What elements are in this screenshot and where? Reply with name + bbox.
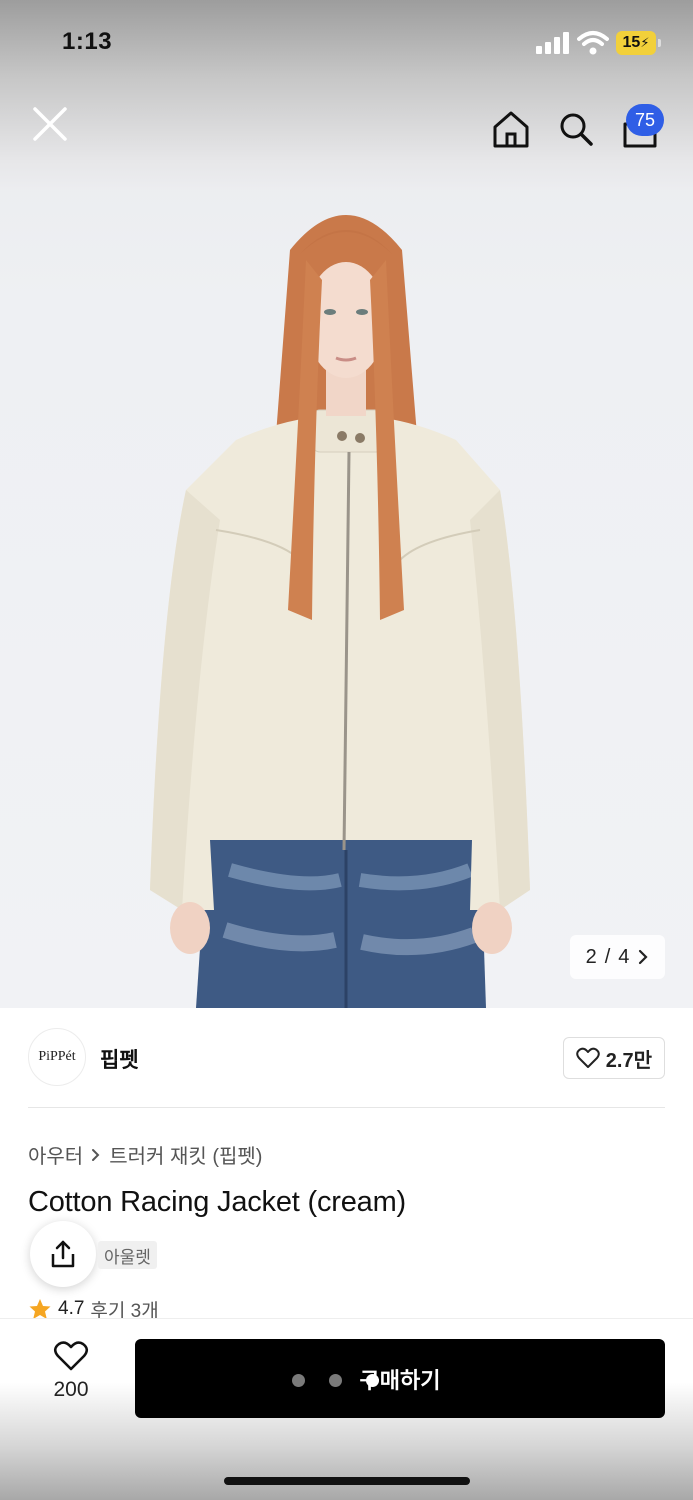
cellular-signal-icon	[536, 32, 570, 54]
buy-button[interactable]: 구매하기	[135, 1339, 665, 1418]
product-image-carousel[interactable]: 1:13 15 ⚡ 75 2 / 4	[0, 0, 693, 1008]
wifi-icon	[577, 31, 609, 55]
loading-dot	[292, 1374, 305, 1387]
gallery-separator: /	[604, 945, 611, 968]
wishlist-button[interactable]: 200	[38, 1340, 104, 1410]
breadcrumb-category[interactable]: 아우터	[28, 1140, 83, 1169]
home-icon	[493, 111, 529, 148]
brand-like-button[interactable]: 2.7만	[562, 1037, 665, 1079]
gallery-page-indicator[interactable]: 2 / 4	[570, 935, 665, 979]
share-button[interactable]	[30, 1221, 96, 1287]
home-button[interactable]	[488, 106, 534, 152]
home-indicator[interactable]	[224, 1477, 470, 1485]
divider	[28, 1107, 665, 1108]
gallery-total: 4	[618, 945, 630, 968]
brand-like-count: 2.7만	[605, 1049, 652, 1072]
rating-value: 4.7	[58, 1298, 85, 1319]
battery-level: 15	[622, 34, 641, 51]
heart-icon	[53, 1341, 89, 1371]
charging-icon: ⚡	[640, 35, 650, 50]
breadcrumb: 아우터 트러커 재킷 (핍펫)	[28, 1140, 262, 1169]
search-icon	[560, 113, 593, 146]
gallery-current: 2	[585, 945, 597, 968]
rating-summary[interactable]: 4.7 후기 3개	[28, 1298, 159, 1320]
review-count: 후기 3개	[90, 1300, 159, 1321]
close-icon	[33, 107, 67, 141]
cart-count-badge: 75	[626, 104, 664, 136]
brand-row[interactable]: PiPPét 핍펫 2.7만	[28, 1026, 665, 1090]
loading-dots	[292, 1374, 379, 1387]
star-icon	[29, 1299, 51, 1319]
chevron-right-icon	[639, 949, 648, 965]
product-title: Cotton Racing Jacket (cream)	[28, 1186, 406, 1218]
loading-dot	[329, 1374, 342, 1387]
chevron-right-icon	[92, 1148, 100, 1161]
heart-icon	[576, 1047, 600, 1068]
outlet-tag: 아울렛	[98, 1241, 157, 1269]
status-time: 1:13	[62, 28, 113, 55]
breadcrumb-subcategory[interactable]: 트러커 재킷 (핍펫)	[109, 1140, 262, 1169]
battery-indicator: 15 ⚡	[616, 31, 661, 55]
product-photo	[150, 215, 530, 1008]
close-button[interactable]	[26, 100, 74, 148]
wishlist-count: 200	[53, 1378, 89, 1401]
brand-logo[interactable]: PiPPét	[28, 1028, 86, 1086]
share-icon	[51, 1240, 75, 1268]
loading-dot-active	[366, 1374, 379, 1387]
status-bar: 1:13 15 ⚡	[0, 0, 693, 90]
search-button[interactable]	[553, 106, 599, 152]
brand-name[interactable]: 핍펫	[100, 1044, 139, 1074]
